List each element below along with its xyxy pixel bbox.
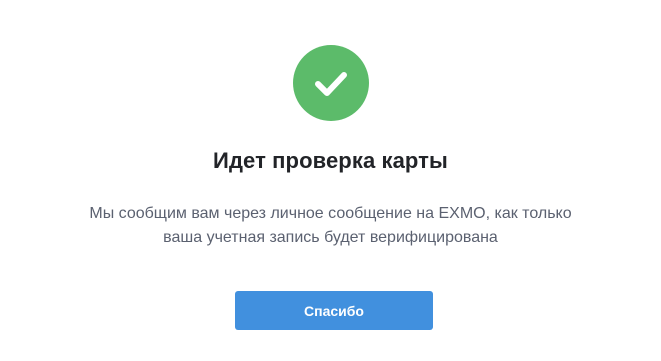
message-line-2: ваша учетная запись будет верифицирована	[163, 229, 498, 246]
verification-dialog: Идет проверка карты Мы сообщим вам через…	[0, 0, 661, 361]
thanks-button[interactable]: Спасибо	[235, 291, 433, 330]
dialog-message: Мы сообщим вам через личное сообщение на…	[0, 202, 661, 250]
checkmark-icon	[315, 72, 347, 96]
message-line-1: Мы сообщим вам через личное сообщение на…	[89, 205, 572, 222]
dialog-title: Идет проверка карты	[213, 148, 448, 173]
success-badge	[293, 45, 369, 121]
